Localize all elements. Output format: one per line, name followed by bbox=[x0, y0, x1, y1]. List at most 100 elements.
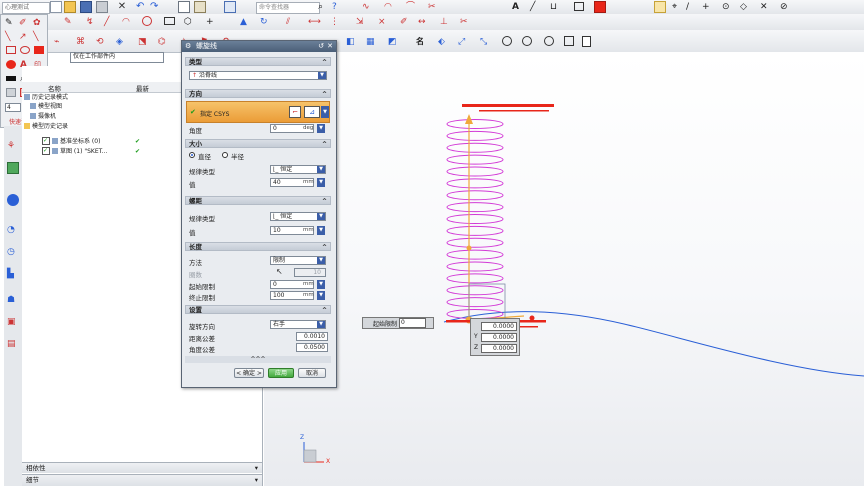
assembly-nav-icon[interactable]: ⚘ bbox=[7, 140, 19, 152]
feature-icon-2[interactable]: ⌘ bbox=[76, 36, 88, 48]
nav-footer-details[interactable]: 细节 ▾ bbox=[22, 474, 262, 486]
nav-header-name[interactable]: 名称 bbox=[48, 83, 61, 93]
angle-tolerance-input[interactable]: 0.0500 bbox=[296, 343, 328, 352]
start-options-icon[interactable]: ▼ bbox=[317, 280, 325, 289]
line-icon[interactable]: ╱ bbox=[104, 16, 116, 28]
view-icon-2[interactable]: ▦ bbox=[366, 36, 378, 48]
angle-options-icon[interactable]: ▼ bbox=[317, 124, 325, 133]
snap-circle-icon-2[interactable] bbox=[522, 36, 532, 46]
revolve-icon[interactable]: ↻ bbox=[260, 16, 272, 28]
rectangle-tool-icon[interactable] bbox=[574, 2, 584, 11]
open-folder-icon[interactable] bbox=[64, 1, 76, 13]
save-icon[interactable] bbox=[80, 1, 92, 13]
part-nav-icon[interactable] bbox=[7, 162, 19, 174]
undo-icon[interactable]: ↶ bbox=[136, 1, 148, 13]
section-settings[interactable]: 设置 ^ bbox=[185, 305, 331, 314]
apply-button[interactable]: 应用 bbox=[268, 368, 294, 378]
process-studio-icon[interactable]: ▙ bbox=[7, 268, 19, 280]
constraint-icon[interactable]: ⊥ bbox=[440, 16, 452, 28]
dialog-titlebar[interactable]: ⚙ 螺旋线 ↺ ✕ bbox=[182, 41, 336, 52]
feature-icon-6[interactable]: ⌬ bbox=[158, 36, 170, 48]
extrude-icon[interactable]: ▲ bbox=[240, 16, 252, 28]
history-icon[interactable]: ◷ bbox=[7, 246, 19, 258]
roles-icon[interactable]: ☗ bbox=[7, 294, 19, 306]
feature-icon-4[interactable]: ◈ bbox=[116, 36, 128, 48]
snap-circle-icon-3[interactable] bbox=[544, 36, 554, 46]
visibility-checkbox-icon[interactable]: ✓ bbox=[42, 137, 50, 145]
line-width-select[interactable]: 4 bbox=[5, 103, 21, 112]
web-browser-icon[interactable]: ◔ bbox=[7, 224, 19, 236]
section-length[interactable]: 长度 ^ bbox=[185, 242, 331, 251]
point-icon[interactable]: + bbox=[206, 16, 218, 28]
graphics-viewport[interactable]: X Z bbox=[264, 52, 864, 486]
snap-end-icon[interactable]: / bbox=[686, 1, 698, 13]
rect-fill-icon[interactable] bbox=[34, 46, 44, 54]
start-limit-onscreen[interactable]: 起始限制 0 bbox=[362, 317, 434, 329]
command-finder-input[interactable]: 命令查找器 bbox=[256, 2, 320, 14]
help-icon[interactable]: ? bbox=[332, 1, 344, 13]
coord-z-value[interactable]: 0.0000 bbox=[481, 344, 517, 353]
size-law-select[interactable]: ⌊_ 恒定 ▼ bbox=[270, 165, 326, 174]
intersect-curve-icon[interactable]: ⨯ bbox=[378, 16, 390, 28]
coord-x-value[interactable]: 0.0000 bbox=[481, 322, 517, 331]
size-value-input[interactable]: 40 mm bbox=[270, 178, 314, 187]
profile-icon[interactable]: ↯ bbox=[86, 16, 98, 28]
cancel-button[interactable]: 取消 bbox=[298, 368, 326, 378]
slash-draw-icon[interactable]: ╲ bbox=[33, 31, 45, 43]
section-direction[interactable]: 方向 ^ bbox=[185, 89, 331, 98]
black-bar-icon[interactable] bbox=[6, 76, 16, 81]
dialog-close-icon[interactable]: ✕ bbox=[327, 41, 333, 52]
snap-square-icon[interactable] bbox=[564, 36, 574, 46]
size-options-icon[interactable]: ▼ bbox=[317, 178, 325, 187]
pitch-law-select[interactable]: ⌊_ 恒定 ▼ bbox=[270, 212, 326, 221]
line-draw-icon[interactable]: ╲ bbox=[5, 31, 17, 43]
paste-icon[interactable] bbox=[194, 1, 206, 13]
reuse-library-icon[interactable] bbox=[7, 194, 19, 206]
csys-dialog-icon[interactable]: ⌐ bbox=[289, 106, 301, 118]
gray-tool-icon[interactable] bbox=[6, 88, 16, 97]
snap-center-icon[interactable]: ⊙ bbox=[722, 1, 734, 13]
visibility-checkbox-icon[interactable]: ✓ bbox=[42, 147, 50, 155]
arrow-draw-icon[interactable]: ↗ bbox=[19, 31, 31, 43]
radio-diameter[interactable] bbox=[189, 152, 195, 158]
arc-tool-icon[interactable]: ◠ bbox=[384, 1, 396, 13]
eraser-icon[interactable]: ✿ bbox=[33, 17, 45, 29]
redo-icon[interactable]: ↷ bbox=[150, 1, 162, 13]
note-tool-icon[interactable] bbox=[594, 1, 606, 13]
dimension-icon[interactable]: ↔ bbox=[418, 16, 430, 28]
mirror-icon[interactable]: ⟷ bbox=[308, 16, 321, 28]
sketch-icon[interactable]: ✎ bbox=[64, 16, 76, 28]
view-icon-4[interactable]: ⬖ bbox=[438, 36, 450, 48]
new-file-icon[interactable] bbox=[50, 1, 62, 13]
snap-circle-icon-1[interactable] bbox=[502, 36, 512, 46]
snap-doc-icon[interactable] bbox=[582, 36, 591, 47]
ellipse-outline-icon[interactable] bbox=[20, 46, 30, 54]
nav-header-latest[interactable]: 最新 bbox=[136, 83, 149, 93]
ok-button[interactable]: < 确定 > bbox=[234, 368, 264, 378]
csys-select-icon[interactable]: ⊿ bbox=[304, 106, 320, 118]
line-tool-icon[interactable]: ╱ bbox=[530, 1, 542, 13]
nav-footer-dependencies[interactable]: 相依性 ▾ bbox=[22, 462, 262, 473]
text-tool-icon[interactable]: A bbox=[512, 1, 524, 13]
selection-scope-select[interactable]: 仅在工作部件内 bbox=[70, 52, 164, 63]
palette-icon[interactable]: ▤ bbox=[7, 338, 19, 350]
pattern-icon[interactable]: ⋮ bbox=[330, 16, 342, 28]
start-limit-input[interactable]: 0 mm bbox=[270, 280, 314, 289]
print-icon[interactable] bbox=[96, 1, 108, 13]
ellipse-fill-icon[interactable] bbox=[6, 60, 16, 69]
start-limit-value[interactable]: 0 bbox=[399, 318, 426, 328]
type-select[interactable]: ↑ 沿脊线 ▼ bbox=[189, 71, 327, 80]
view-icon-5[interactable]: ⤢ bbox=[458, 36, 470, 48]
feature-icon-3[interactable]: ⟲ bbox=[96, 36, 108, 48]
snap-point-icon[interactable]: ⌖ bbox=[672, 1, 684, 13]
copy-icon[interactable] bbox=[178, 1, 190, 13]
edit-curve-icon[interactable]: ✐ bbox=[400, 16, 412, 28]
end-limit-input[interactable]: 100 mm bbox=[270, 291, 314, 300]
polyline-tool-icon[interactable]: ⊔ bbox=[550, 1, 562, 13]
pen-icon[interactable]: ✎ bbox=[5, 17, 17, 29]
window-icon[interactable] bbox=[224, 1, 236, 13]
fillet-tool-icon[interactable]: ⌒ bbox=[406, 1, 418, 13]
offset-icon[interactable]: ⫽ bbox=[286, 16, 298, 28]
snap-mid-icon[interactable]: + bbox=[702, 1, 714, 13]
rect-outline-icon[interactable] bbox=[6, 46, 16, 54]
